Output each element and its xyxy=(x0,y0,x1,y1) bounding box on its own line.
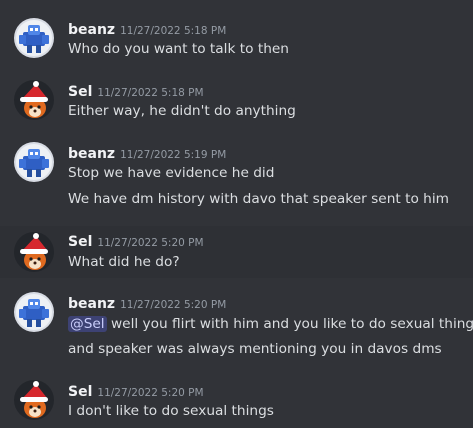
timestamp: 11/27/2022 5:20 PM xyxy=(120,299,227,311)
username[interactable]: beanz xyxy=(68,22,115,38)
santa-hat-fox-avatar-icon xyxy=(14,232,54,272)
message-text: and speaker was always mentioning you in… xyxy=(68,341,442,357)
username[interactable]: beanz xyxy=(68,146,115,162)
timestamp: 11/27/2022 5:20 PM xyxy=(97,237,204,249)
timestamp: 11/27/2022 5:20 PM xyxy=(97,387,204,399)
message-text: We have dm history with davo that speake… xyxy=(68,191,449,207)
chat-message[interactable]: beanz 11/27/2022 5:20 PM @Sel well you fl… xyxy=(0,288,473,362)
blue-robot-avatar[interactable] xyxy=(14,142,54,182)
blue-robot-avatar-icon xyxy=(14,142,54,182)
timestamp: 11/27/2022 5:19 PM xyxy=(120,149,227,161)
username[interactable]: Sel xyxy=(68,84,92,100)
message-text: well you flirt with him and you like to … xyxy=(106,316,473,332)
blue-robot-avatar[interactable] xyxy=(14,18,54,58)
message-text: What did he do? xyxy=(68,254,180,270)
chat-message[interactable]: beanz 11/27/2022 5:18 PM Who do you want … xyxy=(0,14,473,64)
message-text: Either way, he didn't do anything xyxy=(68,103,296,119)
chat-message[interactable]: Sel 11/27/2022 5:20 PM What did he do? xyxy=(0,226,473,278)
santa-hat-fox-avatar[interactable] xyxy=(14,80,54,120)
chat-messages: beanz 11/27/2022 5:18 PM Who do you want … xyxy=(0,0,473,428)
message-text: Stop we have evidence he did xyxy=(68,165,275,181)
message-text: Who do you want to talk to then xyxy=(68,41,289,57)
chat-message[interactable]: beanz 11/27/2022 5:19 PM Stop we have evi… xyxy=(0,138,473,212)
username[interactable]: beanz xyxy=(68,296,115,312)
username[interactable]: Sel xyxy=(68,234,92,250)
blue-robot-avatar[interactable] xyxy=(14,292,54,332)
blue-robot-avatar-icon xyxy=(14,292,54,332)
santa-hat-fox-avatar[interactable] xyxy=(14,232,54,272)
timestamp: 11/27/2022 5:18 PM xyxy=(120,25,227,37)
santa-hat-fox-avatar[interactable] xyxy=(14,380,54,420)
user-mention[interactable]: @Sel xyxy=(68,316,107,332)
chat-message[interactable]: Sel 11/27/2022 5:20 PM I don't like to do… xyxy=(0,376,473,426)
timestamp: 11/27/2022 5:18 PM xyxy=(97,87,204,99)
message-text: I don't like to do sexual things xyxy=(68,403,274,419)
chat-message[interactable]: Sel 11/27/2022 5:18 PM Either way, he did… xyxy=(0,76,473,126)
blue-robot-avatar-icon xyxy=(14,18,54,58)
username[interactable]: Sel xyxy=(68,384,92,400)
santa-hat-fox-avatar-icon xyxy=(14,380,54,420)
santa-hat-fox-avatar-icon xyxy=(14,80,54,120)
